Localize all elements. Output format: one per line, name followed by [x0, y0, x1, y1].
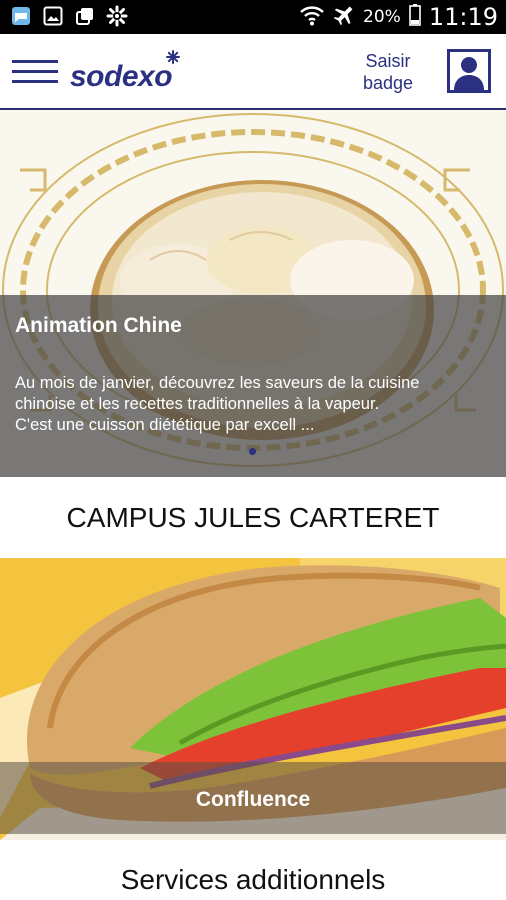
logo-text: sodexo — [70, 60, 173, 93]
logo-star-icon — [166, 50, 180, 64]
app-bar: sodexo Saisir badge — [0, 34, 506, 110]
banner-text-line: chinoise et les recettes traditionnelles… — [15, 395, 380, 413]
hamburger-menu-icon[interactable] — [12, 60, 58, 84]
promo-banner[interactable]: Animation Chine Au mois de janvier, déco… — [0, 110, 506, 477]
notification-icons — [10, 5, 128, 27]
clock: 11:19 — [428, 3, 498, 31]
campus-title: CAMPUS JULES CARTERET — [66, 502, 440, 533]
enter-badge-button[interactable]: Saisir badge — [350, 50, 426, 96]
services-title: Services additionnels — [120, 864, 386, 895]
wifi-icon — [299, 4, 325, 31]
restaurant-name: Confluence — [195, 788, 311, 811]
banner-description: Au mois de janvier, découvrez les saveur… — [15, 373, 500, 436]
badge-button-line1: Saisir — [365, 51, 411, 71]
copy-icon — [74, 5, 96, 27]
status-bar: 20% 11:19 — [0, 0, 506, 34]
battery-icon — [409, 3, 421, 31]
user-silhouette-icon — [454, 57, 484, 90]
banner-title: Animation Chine — [15, 314, 182, 337]
gallery-icon — [42, 5, 64, 27]
airplane-icon — [333, 4, 355, 31]
settings-icon — [106, 5, 128, 27]
carousel-page-indicator — [249, 448, 256, 455]
banner-text-line: Au mois de janvier, découvrez les saveur… — [15, 374, 420, 392]
restaurant-card[interactable]: Confluence — [0, 558, 506, 840]
sodexo-logo: sodexo — [70, 50, 196, 100]
banner-text-line: C'est une cuisson diététique par excell … — [15, 416, 315, 434]
badge-button-line2: badge — [362, 73, 414, 93]
system-status: 20% 11:19 — [299, 0, 498, 34]
profile-avatar-button[interactable] — [447, 49, 491, 93]
messages-icon — [10, 5, 32, 27]
battery-percent: 20% — [363, 7, 401, 27]
